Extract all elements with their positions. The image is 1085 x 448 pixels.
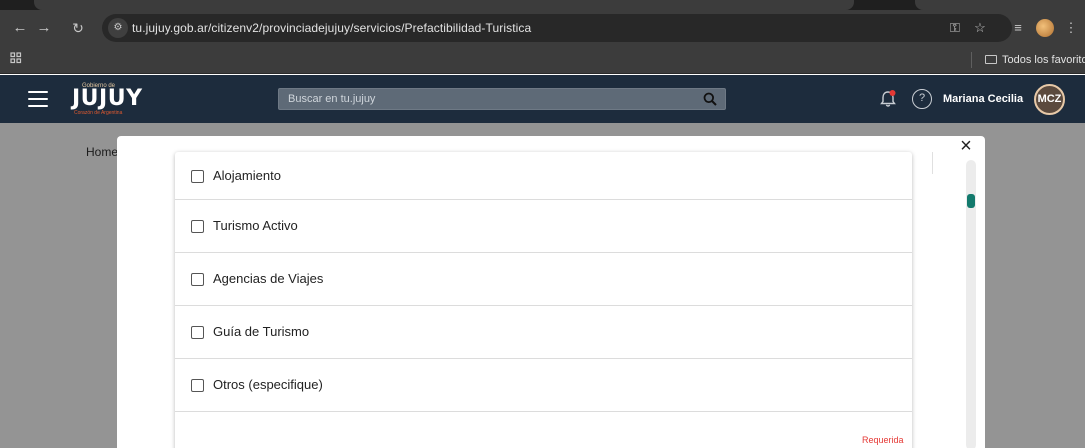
key-icon[interactable]: ⚿	[945, 10, 965, 46]
profile-avatar[interactable]	[1036, 19, 1054, 37]
address-bar[interactable]: ⚙ tu.jujuy.gob.ar/citizenv2/provinciadej…	[102, 14, 1012, 42]
option-row-guia-de-turismo[interactable]: Guía de Turismo	[175, 306, 912, 359]
apps-grid-icon[interactable]	[10, 52, 24, 66]
bell-icon[interactable]	[878, 89, 898, 109]
logo-tagline: Corazón de Argentina	[74, 110, 123, 116]
star-icon[interactable]: ☆	[970, 10, 990, 46]
media-control-icon[interactable]: ≡	[1008, 10, 1028, 46]
checkbox[interactable]	[191, 326, 204, 339]
option-row-alojamiento[interactable]: Alojamiento	[175, 152, 912, 200]
checkbox[interactable]	[191, 273, 204, 286]
search-icon[interactable]	[703, 92, 717, 106]
reload-icon[interactable]: ↻	[66, 10, 90, 46]
bookmarks-folder-label: Todos los favoritos	[1002, 54, 1085, 66]
browser-tab[interactable]	[915, 0, 1085, 10]
checkbox[interactable]	[191, 379, 204, 392]
option-row-otros[interactable]: Otros (especifique)	[175, 359, 912, 412]
jujuy-logo[interactable]: Gobierno de JUJUY Corazón de Argentina	[72, 81, 142, 117]
help-icon[interactable]: ?	[912, 89, 932, 109]
modal-dialog: × Alojamiento Turismo Activo Agencias de…	[117, 136, 985, 448]
user-name[interactable]: Mariana Cecilia	[943, 75, 1023, 123]
checkbox[interactable]	[191, 220, 204, 233]
search-input[interactable]	[288, 89, 688, 109]
site-header: Gobierno de JUJUY Corazón de Argentina ?…	[0, 75, 1085, 123]
option-row-turismo-activo[interactable]: Turismo Activo	[175, 200, 912, 253]
checkbox[interactable]	[191, 169, 204, 183]
card-divider	[921, 152, 933, 174]
browser-tab[interactable]	[34, 0, 854, 10]
browser-tabstrip	[0, 0, 1085, 10]
search-box	[278, 88, 726, 110]
scrollbar-thumb[interactable]	[967, 194, 975, 208]
option-row-agencias-de-viajes[interactable]: Agencias de Viajes	[175, 253, 912, 306]
forward-arrow-icon[interactable]: →	[32, 10, 56, 46]
bookmarks-bar: Todos los favoritos	[0, 46, 1085, 74]
options-card: Alojamiento Turismo Activo Agencias de V…	[175, 152, 933, 448]
checkbox-list: Alojamiento Turismo Activo Agencias de V…	[175, 152, 912, 412]
option-label: Turismo Activo	[213, 218, 298, 233]
kebab-menu-icon[interactable]: ⋮	[1062, 10, 1080, 46]
close-icon[interactable]: ×	[955, 136, 977, 156]
option-label: Guía de Turismo	[213, 324, 310, 339]
logo-text: JUJUY	[72, 86, 143, 111]
option-label: Otros (especifique)	[213, 377, 323, 392]
modal-scrollbar[interactable]	[966, 160, 976, 448]
hamburger-menu-icon[interactable]	[28, 91, 48, 107]
avatar[interactable]: MCZ	[1034, 84, 1065, 115]
bookmarks-divider	[971, 52, 972, 68]
back-arrow-icon[interactable]: ←	[8, 10, 32, 46]
browser-toolbar: ← → ↻ ⚙ tu.jujuy.gob.ar/citizenv2/provin…	[0, 10, 1085, 46]
option-label: Agencias de Viajes	[213, 271, 324, 286]
url-text[interactable]: tu.jujuy.gob.ar/citizenv2/provinciadejuj…	[132, 14, 531, 42]
required-message: Requerida	[862, 435, 904, 445]
tune-icon[interactable]: ⚙	[108, 18, 128, 38]
option-label: Alojamiento	[213, 167, 281, 183]
bookmarks-folder[interactable]: Todos los favoritos	[985, 46, 1085, 74]
folder-icon	[985, 55, 997, 64]
